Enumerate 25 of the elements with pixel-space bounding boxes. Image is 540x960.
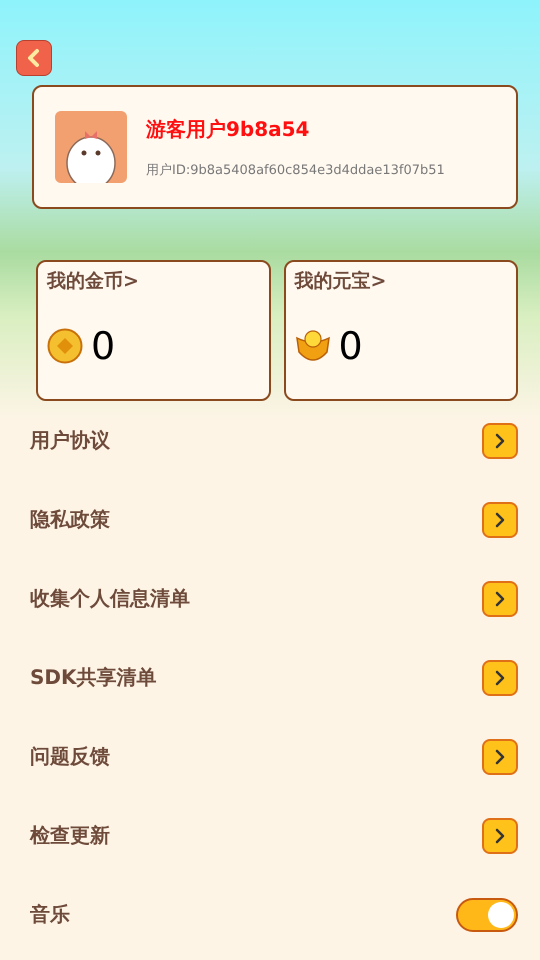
username: 游客用户9b8a54 <box>146 116 310 142</box>
setting-label: SDK共享清单 <box>30 664 157 691</box>
setting-label: 收集个人信息清单 <box>30 585 190 612</box>
setting-label: 用户协议 <box>30 427 110 454</box>
balance-amount: 0 <box>338 324 363 368</box>
music-toggle[interactable] <box>456 898 518 932</box>
setting-label: 检查更新 <box>30 822 110 849</box>
chevron-button[interactable] <box>482 422 518 458</box>
chevron-button[interactable] <box>482 580 518 616</box>
wallet-card[interactable]: 我的元宝> 0 <box>284 260 518 401</box>
balance-amount: 0 <box>91 324 116 368</box>
chevron-button[interactable] <box>482 660 518 696</box>
wallet-label: 我的金币> <box>47 269 140 294</box>
chevron-button[interactable] <box>482 818 518 854</box>
setting-label: 隐私政策 <box>30 506 110 533</box>
setting-label: 问题反馈 <box>30 743 110 770</box>
avatar-placeholder <box>55 111 127 183</box>
chevron-button[interactable] <box>482 738 518 774</box>
coin-icon <box>47 328 83 364</box>
back-button[interactable] <box>16 40 52 76</box>
chevron-button[interactable] <box>482 502 518 538</box>
wallet-label: 我的元宝> <box>294 269 388 294</box>
user-id: 用户ID:9b8a5408af60c854e3d4ddae13f07b51 <box>146 162 445 178</box>
setting-label: 音乐 <box>30 901 70 928</box>
wallet-card[interactable]: 我的金币> 0 <box>36 260 270 401</box>
